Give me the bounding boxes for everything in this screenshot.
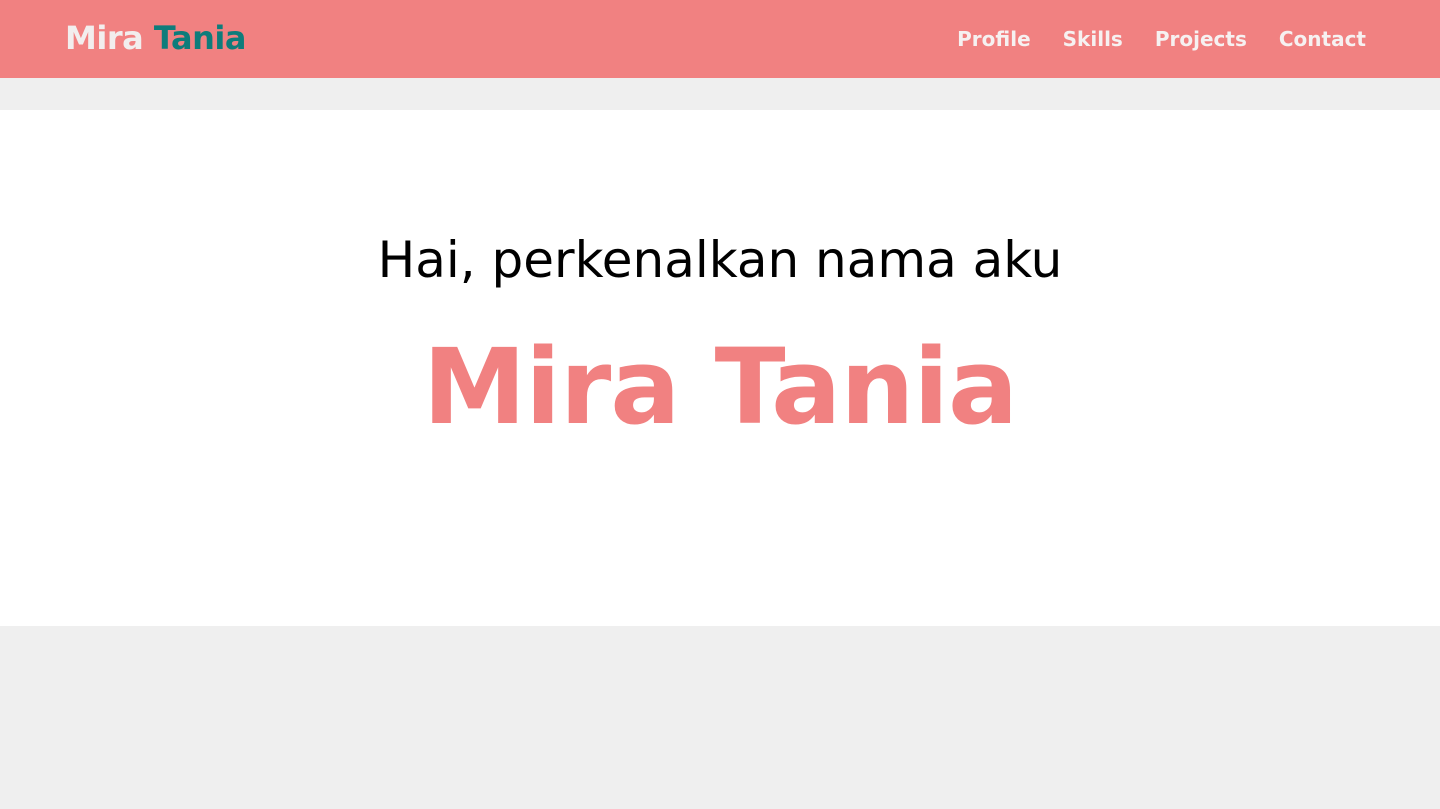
nav-link-contact[interactable]: Contact <box>1279 27 1366 51</box>
nav-link-skills[interactable]: Skills <box>1063 27 1123 51</box>
brand-last-name: Tania <box>153 19 247 57</box>
nav-menu: Profile Skills Projects Contact <box>957 25 1366 53</box>
brand-logo[interactable]: Mira Tania <box>65 18 246 58</box>
hero-section: Hai, perkenalkan nama aku Mira Tania <box>0 110 1440 626</box>
hero-name: Mira Tania <box>422 326 1018 448</box>
navbar: Mira Tania Profile Skills Projects Conta… <box>0 0 1440 78</box>
hero-greeting: Hai, perkenalkan nama aku <box>377 231 1063 289</box>
brand-first-name: Mira <box>65 19 144 57</box>
nav-link-profile[interactable]: Profile <box>957 27 1031 51</box>
nav-link-projects[interactable]: Projects <box>1155 27 1247 51</box>
